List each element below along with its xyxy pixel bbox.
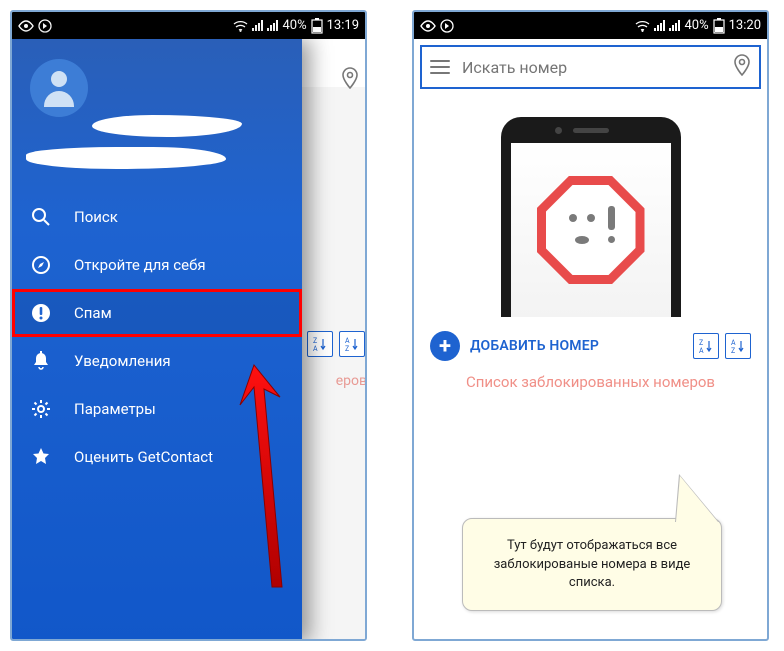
battery-percent: 40%	[282, 18, 306, 33]
compass-icon	[30, 254, 52, 276]
redacted-info	[26, 147, 226, 169]
svg-text:A: A	[699, 347, 704, 354]
menu-label: Откройте для себя	[74, 256, 206, 274]
search-icon	[30, 206, 52, 228]
menu-item-settings[interactable]: Параметры	[12, 385, 302, 433]
battery-percent: 40%	[684, 18, 708, 33]
wifi-icon	[233, 20, 248, 32]
drawer-menu: Поиск Откройте для себя Спам Уведомления…	[12, 185, 302, 481]
menu-label: Спам	[74, 304, 112, 322]
svg-text:A: A	[313, 345, 318, 352]
menu-item-spam[interactable]: Спам	[12, 289, 302, 337]
phone-screenshot-right: 40% 13:20 +	[412, 10, 769, 641]
alert-icon	[30, 302, 52, 324]
nav-drawer: Поиск Откройте для себя Спам Уведомления…	[12, 39, 302, 641]
svg-text:Z: Z	[345, 345, 349, 352]
menu-label: Уведомления	[74, 352, 171, 370]
callout-text: Тут будут отображаться все заблокированы…	[494, 538, 691, 589]
clock-time: 13:19	[327, 18, 359, 33]
redacted-name	[92, 115, 242, 137]
background-content: ZA AZ еров	[302, 87, 367, 641]
hamburger-icon[interactable]	[430, 60, 450, 74]
menu-label: Поиск	[74, 208, 118, 226]
sort-az-button[interactable]: AZ	[725, 333, 751, 359]
location-pin-icon[interactable]	[341, 67, 359, 93]
sort-za-button[interactable]: ZA	[693, 333, 719, 359]
svg-text:A: A	[345, 337, 350, 345]
wifi-icon	[635, 20, 650, 32]
menu-item-rate[interactable]: Оценить GetContact	[12, 433, 302, 481]
search-input[interactable]	[462, 58, 733, 77]
add-number-button[interactable]: +	[430, 331, 460, 361]
gear-icon	[30, 398, 52, 420]
clock-time: 13:20	[729, 18, 761, 33]
battery-icon	[713, 18, 725, 34]
sync-icon	[440, 19, 454, 33]
avatar[interactable]	[30, 59, 88, 117]
battery-icon	[311, 18, 323, 34]
menu-item-discover[interactable]: Откройте для себя	[12, 241, 302, 289]
search-bar[interactable]	[420, 45, 761, 89]
spam-screen-content: + ДОБАВИТЬ НОМЕР ZA AZ Список заблокиров…	[414, 95, 767, 411]
bell-icon	[30, 350, 52, 372]
phone-screenshot-left: 40% 13:19 ZA AZ еров Поиск Отк	[10, 10, 367, 641]
status-bar: 40% 13:20	[414, 12, 767, 39]
stop-sign-icon	[537, 176, 645, 284]
svg-text:A: A	[731, 339, 736, 347]
sort-az-button-bg[interactable]: AZ	[339, 331, 365, 357]
star-icon	[30, 446, 52, 468]
drawer-header	[12, 39, 302, 185]
menu-item-notifications[interactable]: Уведомления	[12, 337, 302, 385]
eye-icon	[420, 20, 436, 32]
signal-icon-2	[669, 20, 680, 31]
signal-icon-2	[267, 20, 278, 31]
svg-text:Z: Z	[731, 347, 735, 354]
eye-icon	[18, 20, 34, 32]
phone-illustration	[501, 117, 681, 317]
menu-label: Параметры	[74, 400, 156, 418]
blocked-text-partial: еров	[336, 373, 367, 389]
status-bar: 40% 13:19	[12, 12, 365, 39]
sync-icon	[38, 19, 52, 33]
add-number-label[interactable]: ДОБАВИТЬ НОМЕР	[470, 338, 683, 354]
svg-text:Z: Z	[699, 339, 703, 347]
menu-label: Оценить GetContact	[74, 448, 213, 466]
signal-icon	[654, 20, 665, 31]
signal-icon	[252, 20, 263, 31]
menu-item-search[interactable]: Поиск	[12, 193, 302, 241]
location-pin-icon[interactable]	[733, 54, 751, 80]
sort-za-button-bg[interactable]: ZA	[307, 331, 333, 357]
annotation-callout: Тут будут отображаться все заблокированы…	[462, 518, 722, 611]
svg-text:Z: Z	[313, 337, 317, 345]
blocked-list-heading: Список заблокированных номеров	[414, 367, 767, 411]
